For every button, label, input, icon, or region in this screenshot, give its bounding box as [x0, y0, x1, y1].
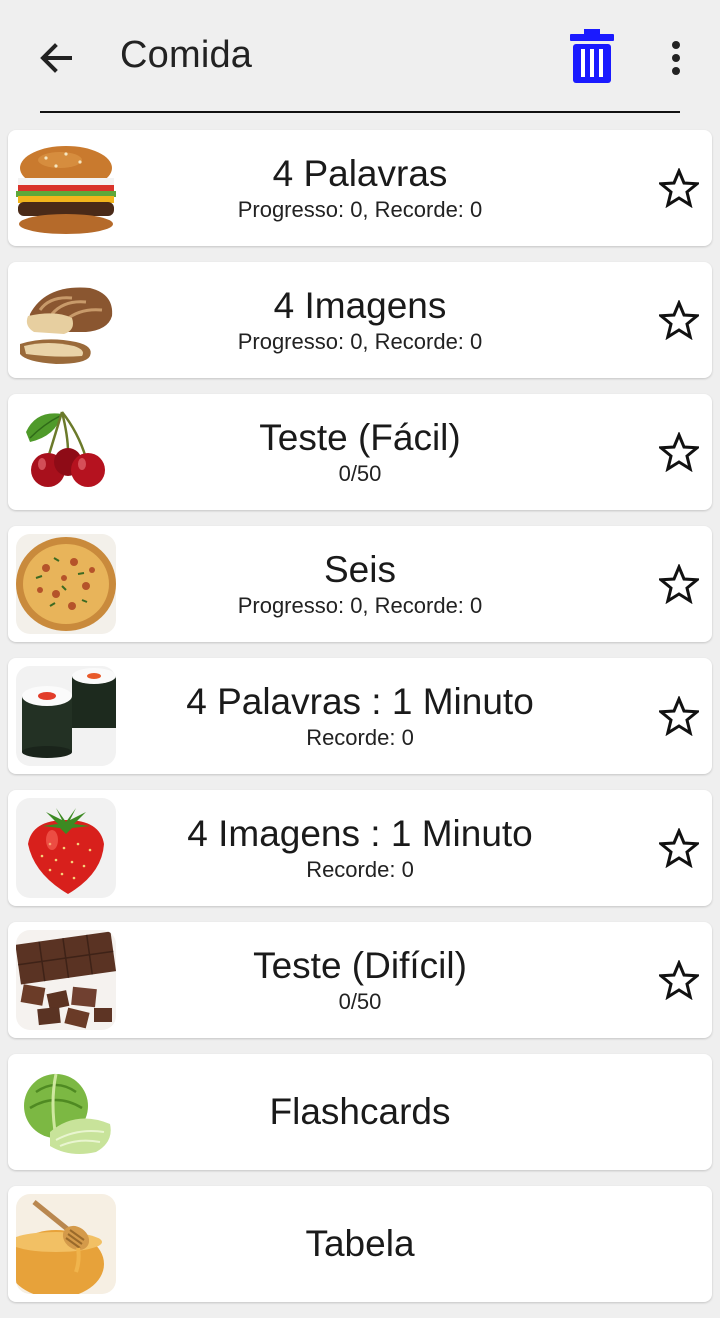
item-subtitle: Progresso: 0, Recorde: 0 [237, 329, 483, 354]
list-item[interactable]: Tabela [8, 1186, 712, 1302]
pizza-image [16, 534, 116, 634]
favorite-button[interactable] [656, 957, 702, 1003]
item-text: Tabela [126, 1186, 594, 1302]
item-text: 4 Palavras : 1 Minuto Recorde: 0 [126, 658, 594, 774]
item-title: 4 Imagens : 1 Minuto [187, 813, 533, 854]
trash-icon [570, 29, 614, 83]
favorite-button[interactable] [656, 297, 702, 343]
chocolate-image [16, 930, 116, 1030]
app-bar: Comida [0, 0, 720, 113]
item-text: 4 Palavras Progresso: 0, Recorde: 0 [126, 130, 594, 246]
item-title: Teste (Difícil) [253, 945, 467, 986]
list-item[interactable]: Flashcards [8, 1054, 712, 1170]
more-vert-icon [672, 41, 680, 75]
item-title: Flashcards [269, 1091, 451, 1132]
star-outline-icon [659, 696, 699, 736]
list-item[interactable]: 4 Palavras : 1 Minuto Recorde: 0 [8, 658, 712, 774]
item-text: Seis Progresso: 0, Recorde: 0 [126, 526, 594, 642]
list-item[interactable]: 4 Imagens Progresso: 0, Recorde: 0 [8, 262, 712, 378]
page-title: Comida [120, 34, 253, 76]
item-subtitle: Recorde: 0 [306, 857, 414, 882]
item-text: Teste (Difícil) 0/50 [126, 922, 594, 1038]
favorite-button[interactable] [656, 561, 702, 607]
item-subtitle: 0/50 [338, 989, 382, 1014]
honey-image [16, 1194, 116, 1294]
item-subtitle: 0/50 [338, 461, 382, 486]
item-title: Seis [324, 549, 396, 590]
back-button[interactable] [28, 30, 84, 86]
star-outline-icon [659, 828, 699, 868]
item-text: Teste (Fácil) 0/50 [126, 394, 594, 510]
star-outline-icon [659, 432, 699, 472]
list-item[interactable]: Teste (Fácil) 0/50 [8, 394, 712, 510]
star-outline-icon [659, 168, 699, 208]
favorite-button[interactable] [656, 693, 702, 739]
item-text: 4 Imagens : 1 Minuto Recorde: 0 [126, 790, 594, 906]
item-subtitle: Progresso: 0, Recorde: 0 [237, 197, 483, 222]
favorite-button[interactable] [656, 165, 702, 211]
arrow-left-icon [40, 43, 72, 73]
list-item[interactable]: Seis Progresso: 0, Recorde: 0 [8, 526, 712, 642]
strawberry-image [16, 798, 116, 898]
favorite-button[interactable] [656, 429, 702, 475]
item-title: Teste (Fácil) [259, 417, 461, 458]
item-text: 4 Imagens Progresso: 0, Recorde: 0 [126, 262, 594, 378]
item-text: Flashcards [126, 1054, 594, 1170]
star-outline-icon [659, 564, 699, 604]
star-outline-icon [659, 300, 699, 340]
favorite-button[interactable] [656, 825, 702, 871]
list-item[interactable]: 4 Imagens : 1 Minuto Recorde: 0 [8, 790, 712, 906]
cherries-image [16, 402, 116, 502]
item-title: 4 Imagens [273, 285, 447, 326]
sushi-image [16, 666, 116, 766]
bread-image [16, 270, 116, 370]
overflow-menu-button[interactable] [652, 30, 700, 86]
header-divider [40, 111, 680, 113]
item-subtitle: Recorde: 0 [306, 725, 414, 750]
item-title: Tabela [305, 1223, 415, 1264]
delete-button[interactable] [562, 26, 622, 86]
hamburger-image [16, 138, 116, 238]
list-item[interactable]: 4 Palavras Progresso: 0, Recorde: 0 [8, 130, 712, 246]
item-subtitle: Progresso: 0, Recorde: 0 [237, 593, 483, 618]
game-mode-list: 4 Palavras Progresso: 0, Recorde: 0 4 Im… [8, 130, 712, 1318]
list-item[interactable]: Teste (Difícil) 0/50 [8, 922, 712, 1038]
item-title: 4 Palavras [272, 153, 448, 194]
cabbage-image [16, 1062, 116, 1162]
item-title: 4 Palavras : 1 Minuto [186, 681, 534, 722]
star-outline-icon [659, 960, 699, 1000]
